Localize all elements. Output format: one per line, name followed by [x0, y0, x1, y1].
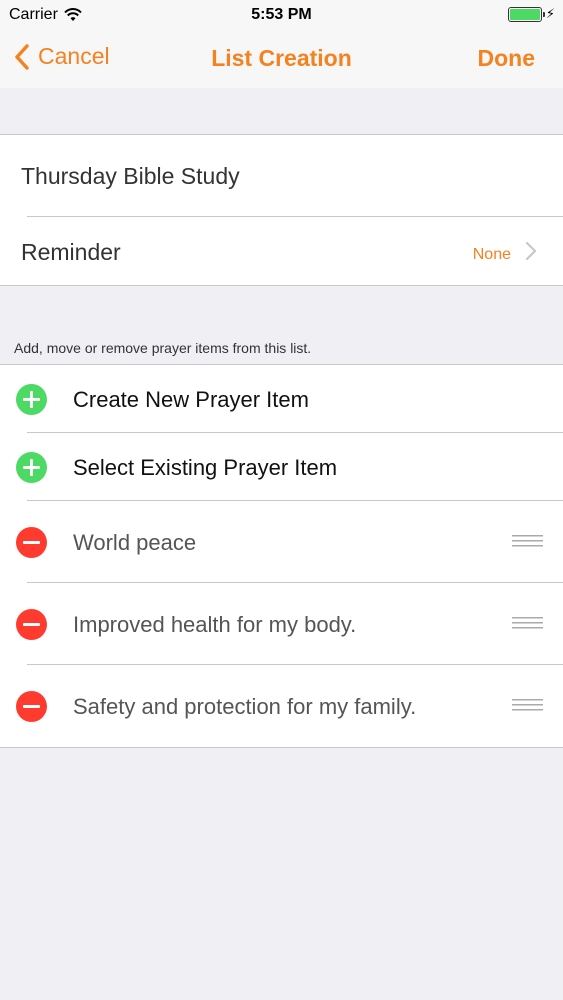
list-info-group: Thursday Bible Study Reminder None	[0, 134, 563, 286]
section-note: Add, move or remove prayer items from th…	[14, 340, 312, 356]
prayer-item-label: Safety and protection for my family.	[73, 694, 417, 719]
prayer-item-label: World peace	[73, 530, 197, 555]
reorder-handle-icon[interactable]	[512, 617, 543, 630]
add-circle-icon[interactable]	[16, 384, 47, 415]
select-existing-prayer-item-row[interactable]: Select Existing Prayer Item	[0, 433, 563, 501]
navigation-bar: Cancel List Creation Done	[0, 30, 563, 88]
prayer-item-label: Improved health for my body.	[73, 612, 357, 637]
reminder-label: Reminder	[21, 239, 121, 265]
add-circle-icon[interactable]	[16, 452, 47, 483]
status-time: 5:53 PM	[251, 6, 312, 23]
prayer-item-row[interactable]: World peace	[0, 501, 563, 583]
remove-circle-icon[interactable]	[16, 609, 47, 640]
charging-bolt-icon: ⚡	[545, 6, 555, 21]
select-existing-prayer-item-label: Select Existing Prayer Item	[73, 455, 338, 480]
chevron-right-icon	[525, 241, 537, 261]
create-new-prayer-item-label: Create New Prayer Item	[73, 387, 309, 412]
reorder-handle-icon[interactable]	[512, 699, 543, 712]
reorder-handle-icon[interactable]	[512, 535, 543, 548]
reminder-value: None	[472, 246, 511, 263]
done-button[interactable]: Done	[478, 45, 536, 72]
list-name-field[interactable]: Thursday Bible Study	[21, 163, 240, 190]
status-bar: Carrier 5:53 PM ⚡	[0, 0, 563, 30]
list-name-row[interactable]: Thursday Bible Study	[0, 135, 563, 217]
prayer-item-row[interactable]: Safety and protection for my family.	[0, 665, 563, 747]
prayer-item-row[interactable]: Improved health for my body.	[0, 583, 563, 665]
create-new-prayer-item-row[interactable]: Create New Prayer Item	[0, 365, 563, 433]
remove-circle-icon[interactable]	[16, 527, 47, 558]
battery-icon	[507, 6, 545, 22]
battery-indicator: ⚡	[507, 6, 555, 22]
reminder-row[interactable]: Reminder None	[0, 217, 563, 285]
prayer-items-group: Create New Prayer Item Select Existing P…	[0, 364, 563, 748]
remove-circle-icon[interactable]	[16, 691, 47, 722]
